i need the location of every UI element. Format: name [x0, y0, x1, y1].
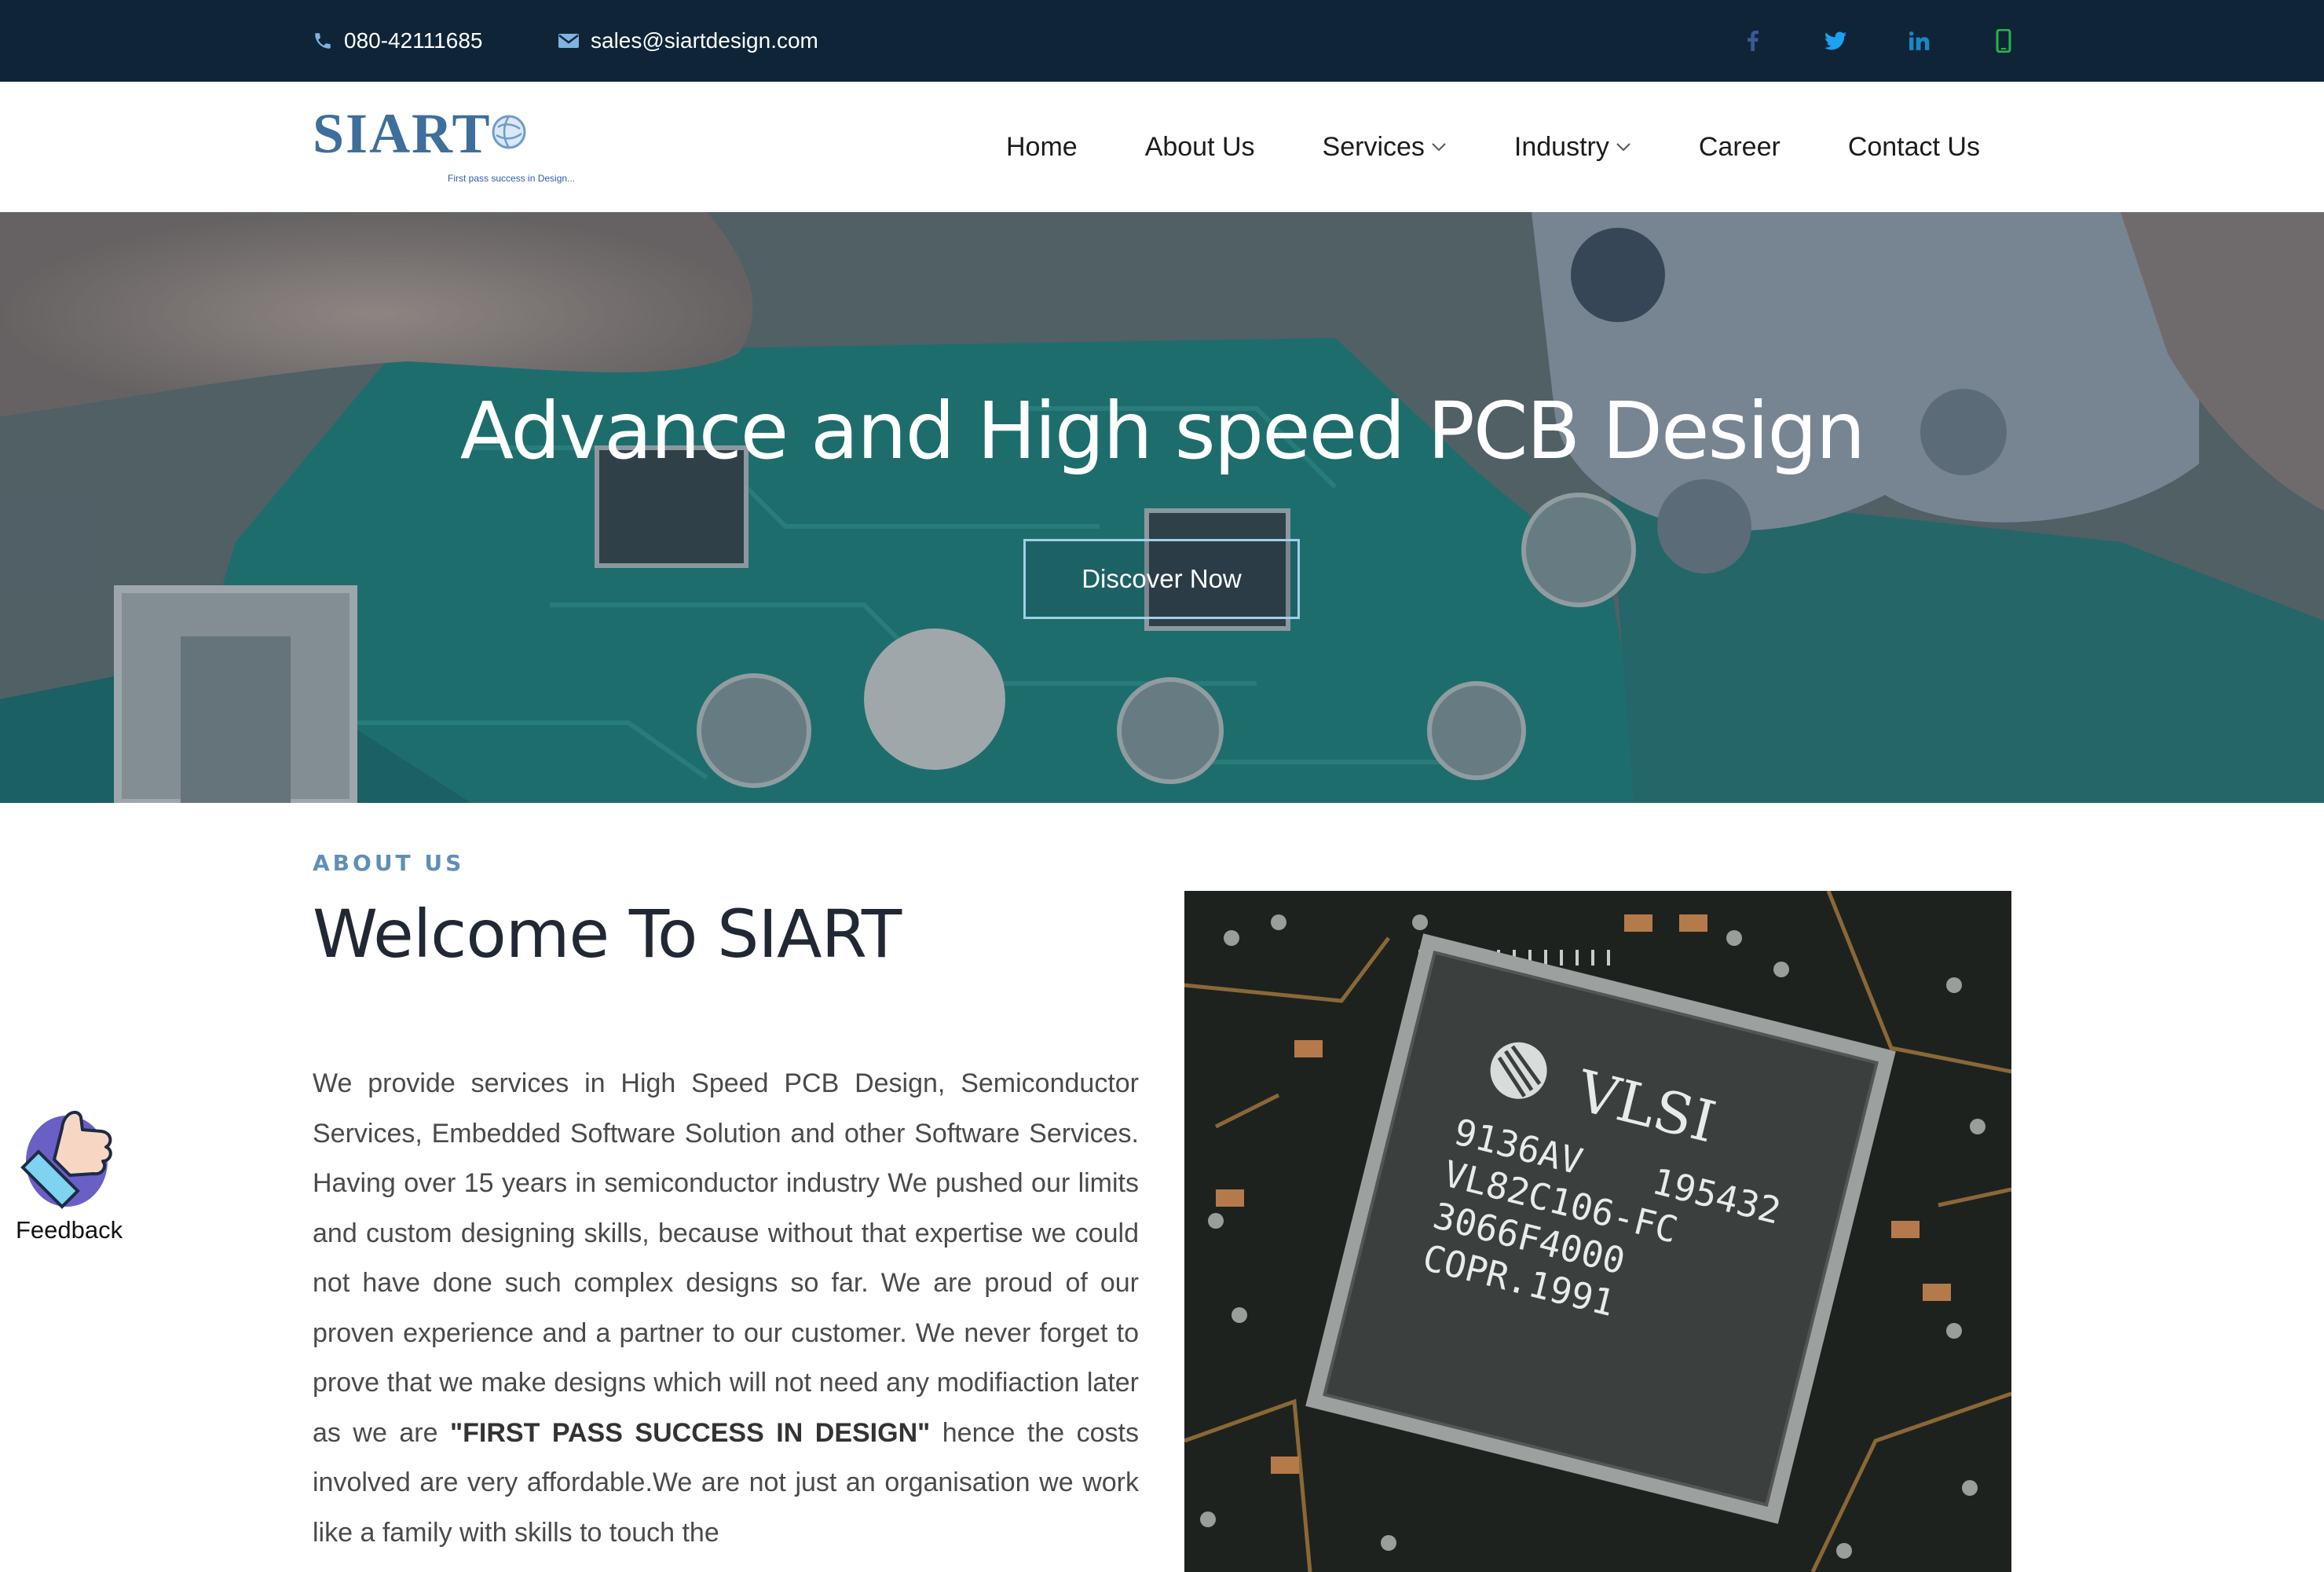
- discover-now-button[interactable]: Discover Now: [1023, 539, 1300, 619]
- about-description: We provide services in High Speed PCB De…: [313, 1059, 1139, 1558]
- chip-illustration: VLSI 9136AV 195432 VL82C106-FC 3066F4000…: [1184, 891, 2011, 1572]
- twitter-link[interactable]: [1820, 0, 1851, 82]
- nav-home-label: Home: [1005, 131, 1078, 162]
- mobile-link[interactable]: [1988, 0, 2019, 82]
- feedback-label: Feedback: [16, 1216, 123, 1244]
- nav-industry[interactable]: Industry: [1480, 132, 1665, 163]
- facebook-icon: [1748, 31, 1759, 51]
- nav-services-label: Services: [1322, 131, 1425, 162]
- nav-career-label: Career: [1698, 131, 1781, 162]
- phone-number: 080-42111685: [344, 28, 483, 53]
- hero-overlay: [0, 212, 2324, 803]
- mobile-icon: [1996, 29, 2011, 53]
- about-title: Welcome To SIART: [313, 896, 902, 973]
- nav-industry-label: Industry: [1513, 131, 1609, 162]
- hero-banner: Advance and High speed PCB Design Discov…: [0, 212, 2324, 803]
- chevron-down-icon: [1432, 143, 1446, 152]
- twitter-icon: [1824, 31, 1846, 50]
- vlsi-chip-image: VLSI 9136AV 195432 VL82C106-FC 3066F4000…: [1184, 891, 2011, 1572]
- email-address: sales@siartdesign.com: [591, 28, 818, 53]
- envelope-icon: [558, 34, 579, 48]
- thumbs-up-icon: [20, 1110, 112, 1209]
- phone-icon: [315, 33, 331, 49]
- top-bar: 080-42111685 sales@siartdesign.com: [0, 0, 2324, 82]
- about-section-label: ABOUT US: [313, 850, 465, 876]
- globe-icon: [492, 115, 526, 149]
- linkedin-link[interactable]: [1904, 0, 1935, 82]
- site-logo[interactable]: SIART First pass success in Design...: [313, 105, 595, 192]
- nav-career[interactable]: Career: [1665, 132, 1814, 163]
- logo-tagline: First pass success in Design...: [448, 173, 576, 184]
- feedback-widget[interactable]: Feedback: [11, 1097, 129, 1244]
- hero-title: Advance and High speed PCB Design: [459, 385, 1865, 477]
- nav-about-us-label: About Us: [1144, 131, 1255, 162]
- main-nav: Home About Us Services Industry Career C…: [972, 82, 1980, 212]
- email-contact[interactable]: sales@siartdesign.com: [558, 0, 818, 82]
- site-header: SIART First pass success in Design... Ho…: [0, 82, 2324, 212]
- nav-contact-us-label: Contact Us: [1847, 131, 1980, 162]
- nav-home[interactable]: Home: [972, 132, 1111, 163]
- about-text-part-1: We provide services in High Speed PCB De…: [313, 1068, 1139, 1448]
- nav-services[interactable]: Services: [1289, 132, 1480, 163]
- chevron-down-icon: [1616, 143, 1630, 152]
- about-text-bold: "FIRST PASS SUCCESS IN DESIGN": [450, 1417, 931, 1448]
- phone-contact[interactable]: 080-42111685: [313, 0, 482, 82]
- linkedin-icon: [1909, 31, 1930, 50]
- logo-text: SIART: [313, 102, 492, 165]
- facebook-link[interactable]: [1737, 0, 1769, 82]
- nav-contact-us[interactable]: Contact Us: [1814, 132, 1980, 163]
- nav-about-us[interactable]: About Us: [1111, 132, 1289, 163]
